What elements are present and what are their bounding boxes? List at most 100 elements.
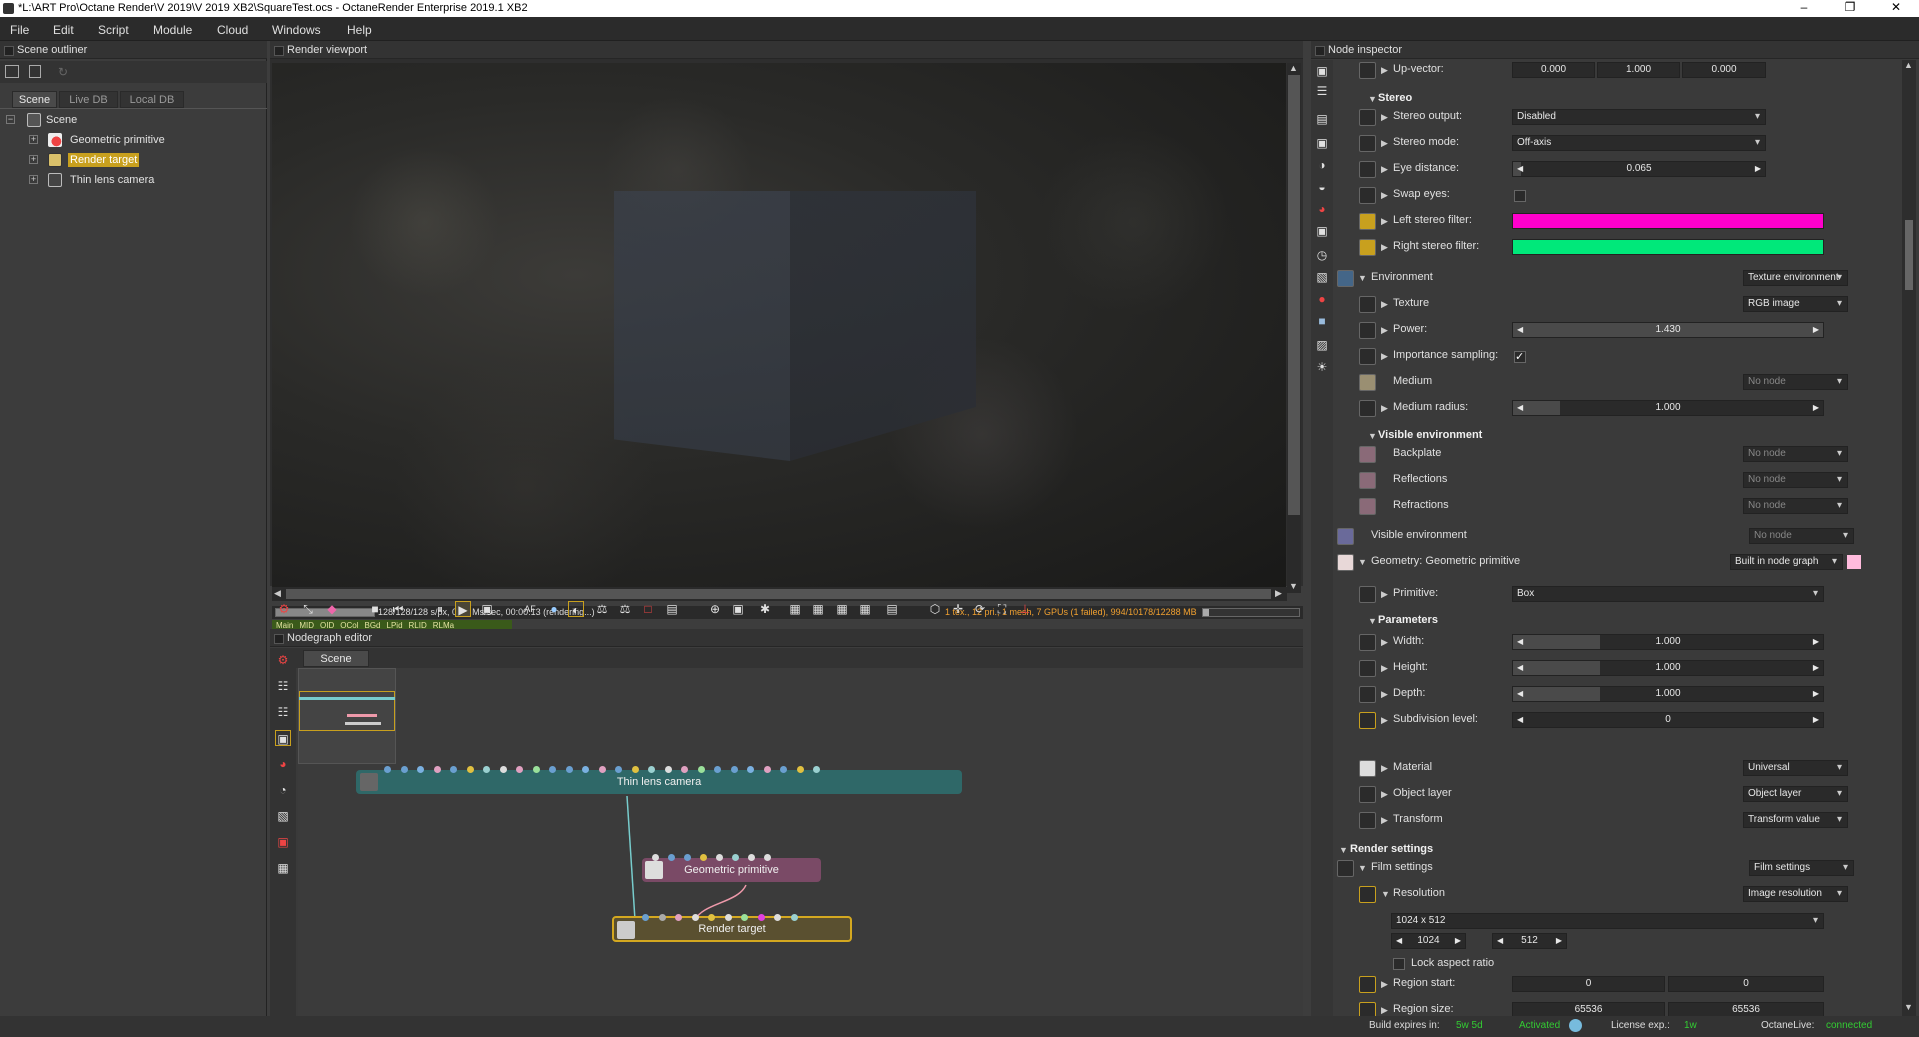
cube-color-icon[interactable]: ◆ <box>324 601 340 617</box>
inspector-scrollbar[interactable]: ▲ ▼ <box>1902 60 1916 1016</box>
stereo-mode-select[interactable]: Off-axis <box>1512 135 1766 151</box>
input-pin[interactable] <box>483 766 490 773</box>
expand-all-icon[interactable]: ☰ <box>1314 83 1330 99</box>
region-icon[interactable]: □ <box>640 601 656 617</box>
input-pin[interactable] <box>730 766 738 773</box>
menu-script[interactable]: Script <box>98 23 129 37</box>
width-slider[interactable]: ◀ 1.000 ▶ <box>1512 634 1824 650</box>
realtime-icon[interactable]: ▣ <box>479 601 495 617</box>
material-node-icon[interactable]: ◔ <box>275 782 291 798</box>
input-pin[interactable] <box>780 766 787 773</box>
texture-node-icon[interactable]: ▧ <box>275 808 291 824</box>
left-stereo-filter-swatch[interactable] <box>1512 213 1824 229</box>
input-pin[interactable] <box>658 914 666 921</box>
refractions-select[interactable]: No node <box>1743 498 1848 514</box>
scrollbar-thumb[interactable] <box>286 589 1271 599</box>
color-picker-icon[interactable]: ● <box>546 601 562 617</box>
up-vector-x[interactable]: 0.000 <box>1512 62 1595 78</box>
object-layer-select[interactable]: Object layer <box>1743 786 1848 802</box>
input-pin[interactable] <box>748 854 755 861</box>
input-pin[interactable] <box>450 766 457 773</box>
input-pin[interactable] <box>700 854 707 861</box>
scrollbar-thumb[interactable] <box>1288 75 1300 515</box>
section-stereo[interactable]: Stereo <box>1378 92 1412 104</box>
input-pin[interactable] <box>417 766 424 773</box>
tree-item-geometric-primitive[interactable]: + Geometric primitive <box>0 131 260 149</box>
scroll-up-icon[interactable]: ▲ <box>1289 63 1298 73</box>
medium-select[interactable]: No node <box>1743 374 1848 390</box>
input-pin[interactable] <box>716 854 723 861</box>
menu-module[interactable]: Module <box>153 23 192 37</box>
resolution-width-field[interactable]: ◀ 1024 ▶ <box>1391 933 1466 949</box>
power-slider[interactable]: ◀ 1.430 ▶ <box>1512 322 1824 338</box>
input-pin[interactable] <box>668 854 675 861</box>
input-pin[interactable] <box>565 766 573 773</box>
menu-edit[interactable]: Edit <box>53 23 74 37</box>
subdivision-level-slider[interactable]: ◀ 0 ▶ <box>1512 712 1824 728</box>
table-icon[interactable]: ▦ <box>275 860 291 876</box>
collapse-icon[interactable]: − <box>6 115 15 124</box>
save-image-icon[interactable]: ▦ <box>834 601 850 617</box>
tab-local-db[interactable]: Local DB <box>120 91 184 108</box>
animation-icon[interactable]: ▧ <box>1314 269 1330 285</box>
input-pin[interactable] <box>549 766 556 773</box>
input-pin[interactable] <box>598 766 606 773</box>
expand-icon[interactable]: + <box>29 175 38 184</box>
input-pin[interactable] <box>691 914 699 921</box>
input-pin[interactable] <box>532 766 540 773</box>
input-pin[interactable] <box>384 766 391 773</box>
camera-icon[interactable]: ▣ <box>1314 135 1330 151</box>
expand-icon[interactable]: + <box>29 155 38 164</box>
scale-icon[interactable]: ⛶ <box>994 601 1010 617</box>
input-pin[interactable] <box>747 766 754 773</box>
environment-icon[interactable]: ◒ <box>1314 179 1330 195</box>
primitive-select[interactable]: Box <box>1512 586 1824 602</box>
menu-windows[interactable]: Windows <box>272 23 321 37</box>
region-size-x[interactable]: 65536 <box>1512 1002 1665 1016</box>
scrollbar-thumb[interactable] <box>1905 220 1913 290</box>
input-pin[interactable] <box>648 766 655 773</box>
tree-item-scene[interactable]: − Scene <box>0 111 260 129</box>
geometry-node-icon[interactable]: ◕ <box>275 756 291 772</box>
resolution-type-select[interactable]: Image resolution <box>1743 886 1848 902</box>
nodegraph-canvas[interactable]: Thin lens camera Geometric primitive Ren… <box>298 668 1303 1016</box>
material-icon[interactable]: ● <box>1314 291 1330 307</box>
film-region-icon[interactable]: ▤ <box>664 601 680 617</box>
stereo-output-select[interactable]: Disabled <box>1512 109 1766 125</box>
tree-layout-icon[interactable]: ☷ <box>275 678 291 694</box>
section-parameters[interactable]: Parameters <box>1378 614 1438 626</box>
rotate-icon[interactable]: ⟳ <box>972 601 988 617</box>
height-slider[interactable]: ◀ 1.000 ▶ <box>1512 660 1824 676</box>
tab-nodegraph-scene[interactable]: Scene <box>303 650 369 667</box>
layer-icon[interactable]: ■ <box>1314 313 1330 329</box>
refresh-icon[interactable]: ↻ <box>58 65 68 79</box>
depth-slider[interactable]: ◀ 1.000 ▶ <box>1512 686 1824 702</box>
light-icon[interactable]: ☀ <box>1314 359 1330 375</box>
input-pin[interactable] <box>631 766 639 773</box>
node-render-target[interactable]: Render target <box>612 914 852 942</box>
input-pin[interactable] <box>433 766 441 773</box>
menu-cloud[interactable]: Cloud <box>217 23 248 37</box>
viewport-cube-icon[interactable]: ⬡ <box>927 601 943 617</box>
up-vector-z[interactable]: 0.000 <box>1682 62 1766 78</box>
input-pin[interactable] <box>675 914 682 921</box>
scroll-left-icon[interactable]: ◀ <box>274 588 281 599</box>
tree-item-thin-lens-camera[interactable]: + Thin lens camera <box>0 171 260 189</box>
input-pin[interactable] <box>681 766 688 773</box>
environment-type-select[interactable]: Texture environment <box>1743 270 1848 286</box>
expand-icon[interactable]: + <box>29 135 38 144</box>
geometry-mode-select[interactable]: Built in node graph <box>1730 554 1843 570</box>
texture-select[interactable]: RGB image <box>1743 296 1848 312</box>
restart-icon[interactable]: ⏮ <box>390 601 406 617</box>
input-pin[interactable] <box>796 766 804 773</box>
input-pin[interactable] <box>813 766 820 773</box>
kernel-icon[interactable]: ◑ <box>1314 157 1330 173</box>
input-pin[interactable] <box>642 914 649 921</box>
node-thin-lens-camera[interactable]: Thin lens camera <box>356 766 962 794</box>
scroll-down-icon[interactable]: ▼ <box>1904 1002 1913 1012</box>
pause-icon[interactable]: ⏸ <box>432 601 448 617</box>
film-settings-select[interactable]: Film settings <box>1749 860 1854 876</box>
input-pin[interactable] <box>664 766 672 773</box>
swap-eyes-checkbox[interactable] <box>1514 190 1526 202</box>
tab-live-db[interactable]: Live DB <box>59 91 118 108</box>
